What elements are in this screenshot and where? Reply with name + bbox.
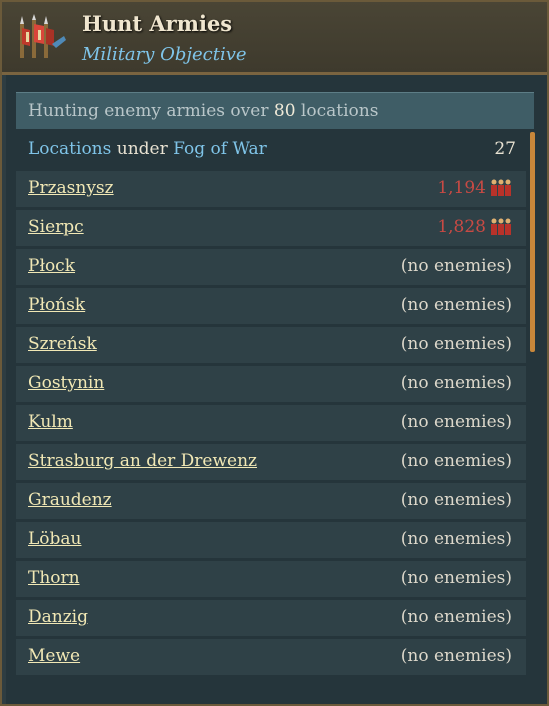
location-status: (no enemies) bbox=[400, 646, 512, 666]
location-status: (no enemies) bbox=[400, 295, 512, 315]
location-status: (no enemies) bbox=[400, 451, 512, 471]
location-status: (no enemies) bbox=[400, 373, 512, 393]
location-link[interactable]: Przasnysz bbox=[28, 178, 114, 198]
list-item: Thorn (no enemies) bbox=[16, 561, 526, 597]
location-link[interactable]: Gostynin bbox=[28, 373, 104, 393]
list-item: Graudenz (no enemies) bbox=[16, 483, 526, 519]
summary-prefix: Hunting enemy armies over bbox=[28, 101, 269, 121]
enemy-count-value: 1,194 bbox=[437, 178, 486, 198]
troops-icon bbox=[491, 179, 511, 196]
location-link[interactable]: Strasburg an der Drewenz bbox=[28, 451, 257, 471]
location-list: Przasnysz 1,194 Sierpc 1,828 Płock (no enemie… bbox=[16, 171, 526, 678]
list-item: Płońsk (no enemies) bbox=[16, 288, 526, 324]
location-link[interactable]: Danzig bbox=[28, 607, 88, 627]
location-link[interactable]: Mewe bbox=[28, 646, 80, 666]
fog-locations-word: Locations bbox=[28, 139, 112, 159]
list-item: Przasnysz 1,194 bbox=[16, 171, 526, 207]
summary-banner: Hunting enemy armies over 80 locations bbox=[16, 92, 534, 129]
panel-header: Hunt Armies Military Objective bbox=[2, 2, 547, 75]
location-link[interactable]: Löbau bbox=[28, 529, 82, 549]
location-link[interactable]: Sierpc bbox=[28, 217, 84, 237]
enemy-count: 1,194 bbox=[437, 178, 514, 198]
fog-count: 27 bbox=[494, 139, 516, 159]
scrollbar[interactable] bbox=[530, 132, 535, 352]
location-link[interactable]: Płońsk bbox=[28, 295, 85, 315]
summary-suffix: locations bbox=[300, 101, 379, 121]
location-link[interactable]: Thorn bbox=[28, 568, 80, 588]
location-status: (no enemies) bbox=[400, 334, 512, 354]
location-link[interactable]: Kulm bbox=[28, 412, 73, 432]
list-item: Płock (no enemies) bbox=[16, 249, 526, 285]
location-status: (no enemies) bbox=[400, 529, 512, 549]
list-item: Löbau (no enemies) bbox=[16, 522, 526, 558]
list-item: Gostynin (no enemies) bbox=[16, 366, 526, 402]
location-status: (no enemies) bbox=[400, 256, 512, 276]
objective-body: Hunting enemy armies over 80 locations L… bbox=[6, 75, 547, 704]
list-item: Strasburg an der Drewenz (no enemies) bbox=[16, 444, 526, 480]
list-item: Danzig (no enemies) bbox=[16, 600, 526, 636]
location-status: (no enemies) bbox=[400, 412, 512, 432]
panel-title: Hunt Armies bbox=[82, 11, 233, 36]
list-item: Sierpc 1,828 bbox=[16, 210, 526, 246]
location-status: (no enemies) bbox=[400, 490, 512, 510]
location-link[interactable]: Płock bbox=[28, 256, 75, 276]
location-status: (no enemies) bbox=[400, 568, 512, 588]
list-item: Kulm (no enemies) bbox=[16, 405, 526, 441]
location-link[interactable]: Graudenz bbox=[28, 490, 112, 510]
enemy-count-value: 1,828 bbox=[437, 217, 486, 237]
location-link[interactable]: Szreńsk bbox=[28, 334, 97, 354]
enemy-count: 1,828 bbox=[437, 217, 514, 237]
panel-subtitle: Military Objective bbox=[82, 44, 247, 65]
fog-of-war-word: Fog of War bbox=[173, 139, 267, 159]
location-status: (no enemies) bbox=[400, 607, 512, 627]
army-banner-icon bbox=[20, 14, 66, 58]
list-item: Szreńsk (no enemies) bbox=[16, 327, 526, 363]
objective-panel: Hunt Armies Military Objective Hunting e… bbox=[0, 0, 549, 706]
list-item: Mewe (no enemies) bbox=[16, 639, 526, 675]
fog-under-word: under bbox=[116, 139, 168, 159]
summary-count: 80 bbox=[273, 101, 296, 121]
fog-of-war-row: Locations under Fog of War 27 bbox=[16, 132, 526, 168]
troops-icon bbox=[491, 218, 511, 235]
